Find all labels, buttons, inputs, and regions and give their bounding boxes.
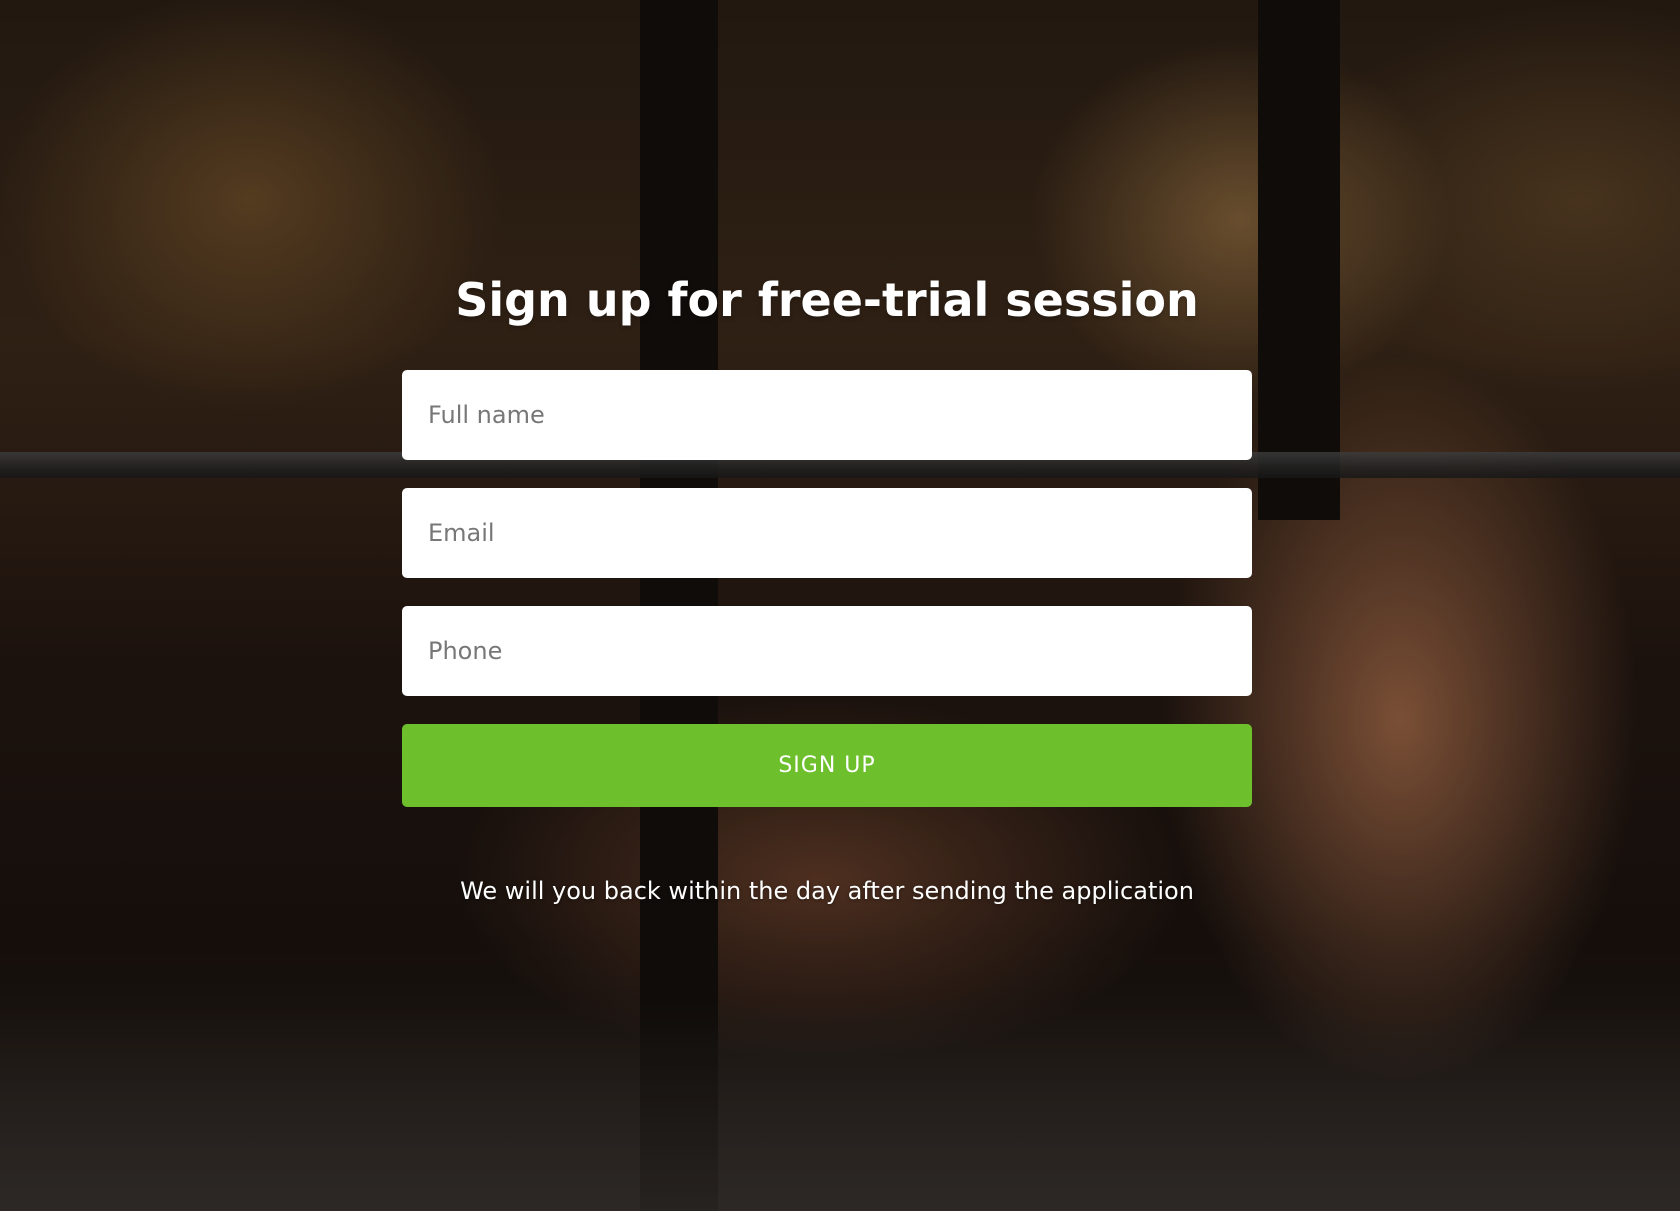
phone-input[interactable]	[402, 606, 1252, 696]
form-note: We will you back within the day after se…	[460, 877, 1194, 905]
email-input[interactable]	[402, 488, 1252, 578]
full-name-input[interactable]	[402, 370, 1252, 460]
form-title: Sign up for free-trial session	[455, 273, 1199, 327]
signup-form: Sign up for free-trial session SIGN UP W…	[402, 260, 1252, 905]
sign-up-button[interactable]: SIGN UP	[402, 724, 1252, 807]
hero-section: Sign up for free-trial session SIGN UP W…	[0, 0, 1680, 1211]
